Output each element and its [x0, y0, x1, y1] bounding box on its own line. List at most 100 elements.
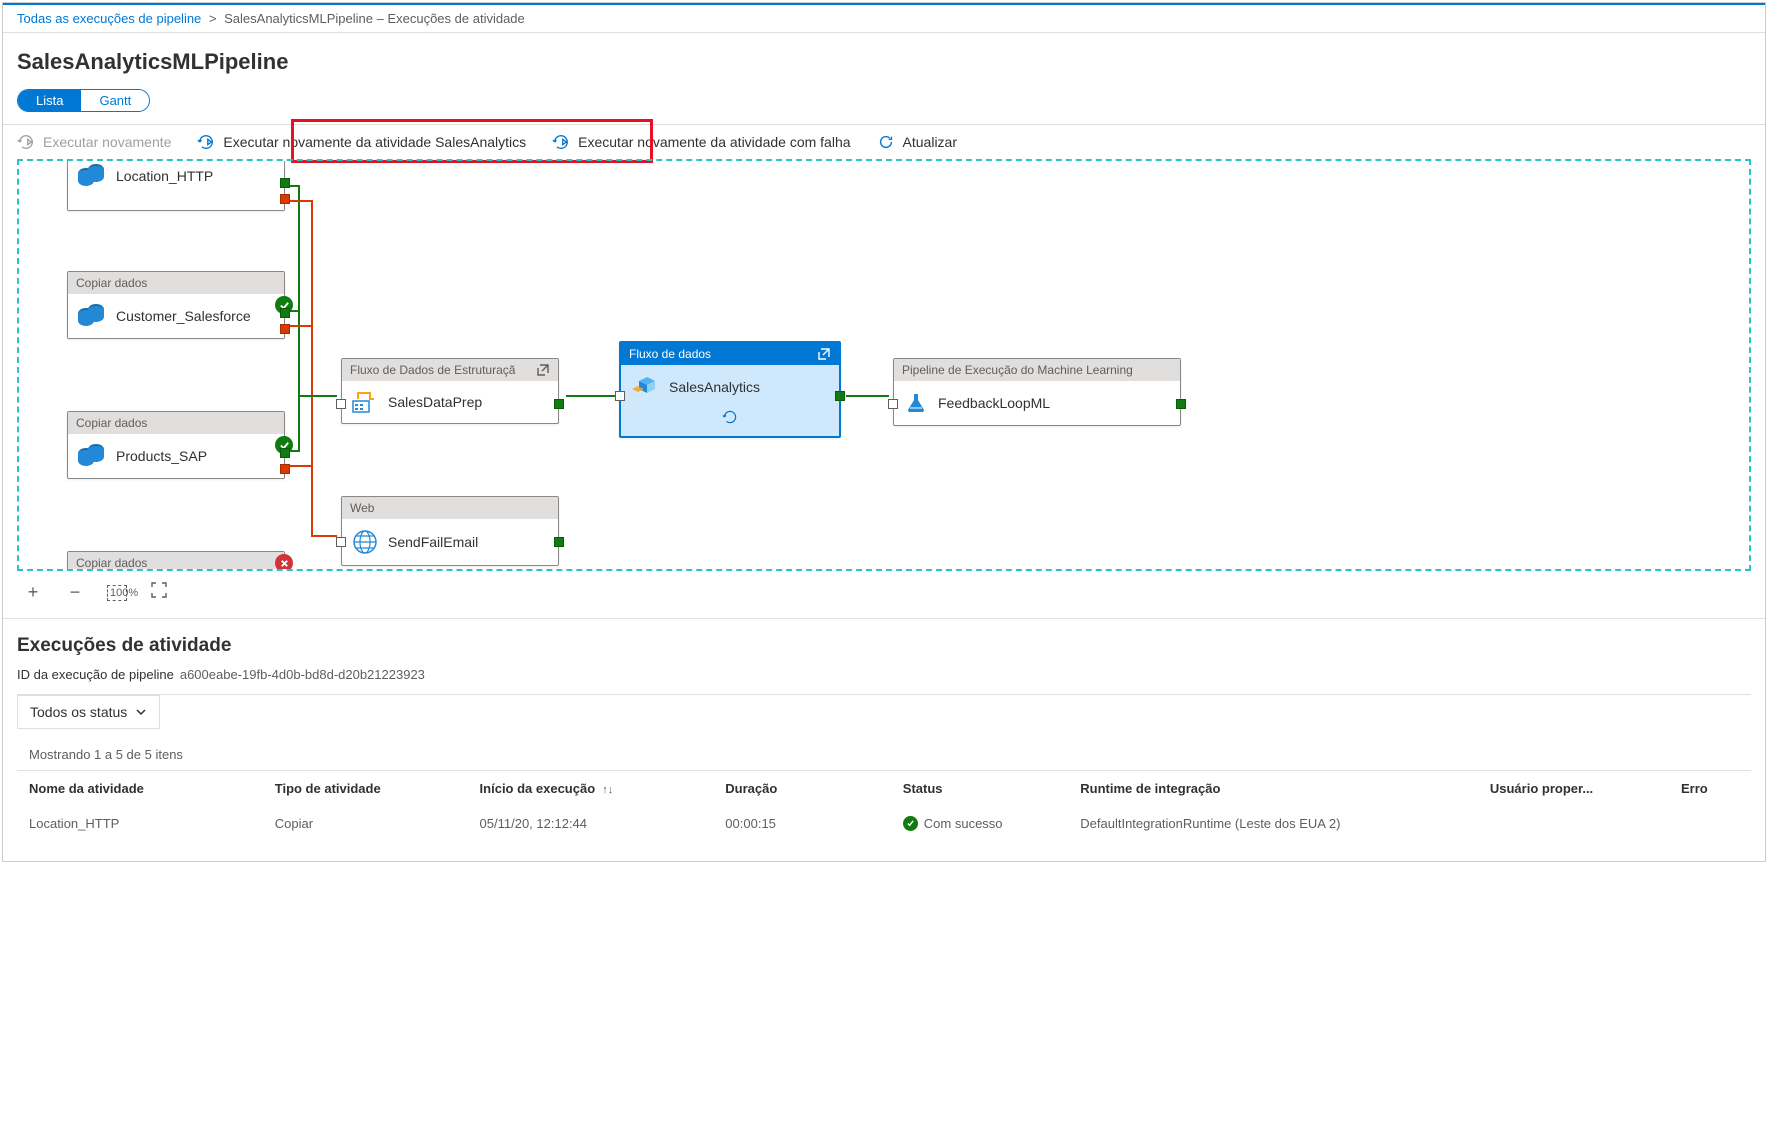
activity-runs-heading: Execuções de atividade: [17, 635, 1751, 657]
node-title: SendFailEmail: [388, 534, 478, 550]
node-title: SalesAnalytics: [669, 379, 760, 395]
node-type-label: Copiar dados: [76, 276, 147, 290]
success-port[interactable]: [280, 308, 290, 318]
chevron-down-icon: [135, 706, 147, 718]
showing-count: Mostrando 1 a 5 de 5 itens: [17, 739, 1751, 770]
status-filter-dropdown[interactable]: Todos os status: [17, 695, 160, 729]
toggle-gantt[interactable]: Gantt: [81, 90, 149, 111]
page-title: SalesAnalyticsMLPipeline: [17, 49, 1751, 75]
cell-runtime: DefaultIntegrationRuntime (Leste dos EUA…: [1068, 806, 1478, 841]
database-icon: [78, 304, 106, 328]
col-duration[interactable]: Duração: [713, 771, 890, 807]
status-filter-label: Todos os status: [30, 704, 127, 720]
cell-status: Com sucesso: [891, 806, 1068, 841]
success-check-icon: [903, 816, 918, 831]
pipeline-canvas[interactable]: Location_HTTP Copiar dados Customer_Sale…: [17, 159, 1751, 571]
rerun-from-button[interactable]: Executar novamente da atividade SalesAna…: [197, 133, 526, 151]
cell-name: Location_HTTP: [17, 806, 263, 841]
zoom-toolbar: + − 100%: [3, 571, 1765, 614]
database-icon: [78, 164, 106, 188]
node-type-label: Copiar dados: [76, 416, 147, 430]
node-type-label: Web: [350, 501, 374, 515]
zoom-reset-button[interactable]: 100%: [107, 585, 127, 601]
input-port[interactable]: [336, 399, 346, 409]
input-port[interactable]: [888, 399, 898, 409]
success-port[interactable]: [1176, 399, 1186, 409]
breadcrumb: Todas as execuções de pipeline > SalesAn…: [3, 3, 1765, 33]
zoom-in-button[interactable]: +: [23, 582, 43, 603]
node-type-label: Copiar dados: [76, 556, 147, 570]
zoom-fit-button[interactable]: [149, 581, 169, 604]
cell-error: [1669, 806, 1751, 841]
refresh-button[interactable]: Atualizar: [877, 133, 957, 151]
node-salesanalytics[interactable]: Fluxo de dados SalesAnalytics: [619, 341, 841, 438]
node-salesdataprep[interactable]: Fluxo de Dados de Estruturaçã SalesDataP…: [341, 358, 559, 424]
input-port[interactable]: [336, 537, 346, 547]
fail-port[interactable]: [280, 324, 290, 334]
rerun-icon: [17, 133, 35, 151]
table-row[interactable]: Location_HTTP Copiar 05/11/20, 12:12:44 …: [17, 806, 1751, 841]
col-activity-type[interactable]: Tipo de atividade: [263, 771, 468, 807]
col-user[interactable]: Usuário proper...: [1478, 771, 1669, 807]
node-title: FeedbackLoopML: [938, 395, 1050, 411]
cell-type: Copiar: [263, 806, 468, 841]
success-port[interactable]: [835, 391, 845, 401]
toolbar: Executar novamente Executar novamente da…: [3, 124, 1765, 159]
cell-user: [1478, 806, 1669, 841]
node-feedbackloopml[interactable]: Pipeline de Execução do Machine Learning…: [893, 358, 1181, 426]
open-external-icon[interactable]: [817, 347, 831, 361]
dataflow-cube-icon: [631, 375, 659, 399]
col-status[interactable]: Status: [891, 771, 1068, 807]
cell-start: 05/11/20, 12:12:44: [468, 806, 714, 841]
fail-port[interactable]: [280, 194, 290, 204]
zoom-out-button[interactable]: −: [65, 582, 85, 603]
rerun-node-icon[interactable]: [722, 409, 738, 425]
sort-icon: ↑↓: [599, 784, 613, 796]
success-port[interactable]: [280, 178, 290, 188]
run-id-label: ID da execução de pipeline: [17, 667, 174, 682]
col-runtime[interactable]: Runtime de integração: [1068, 771, 1478, 807]
col-error[interactable]: Erro: [1669, 771, 1751, 807]
node-customer-salesforce[interactable]: Copiar dados Customer_Salesforce: [67, 271, 285, 339]
cell-duration: 00:00:15: [713, 806, 890, 841]
node-title: Products_SAP: [116, 448, 207, 464]
success-port[interactable]: [280, 448, 290, 458]
node-title: SalesDataPrep: [388, 394, 482, 410]
connectors: [19, 161, 1749, 569]
node-copy-truncated[interactable]: Copiar dados: [67, 551, 285, 571]
col-activity-name[interactable]: Nome da atividade: [17, 771, 263, 807]
run-id-line: ID da execução de pipeline a600eabe-19fb…: [17, 667, 1751, 682]
view-toggle: Lista Gantt: [17, 89, 150, 112]
input-port[interactable]: [615, 391, 625, 401]
node-type-label: Fluxo de dados: [629, 347, 711, 361]
refresh-icon: [877, 133, 895, 151]
col-start[interactable]: Início da execução ↑↓: [468, 771, 714, 807]
node-sendfailemail[interactable]: Web SendFailEmail: [341, 496, 559, 566]
node-title: Location_HTTP: [116, 168, 213, 184]
rerun-button[interactable]: Executar novamente: [17, 133, 171, 151]
node-products-sap[interactable]: Copiar dados Products_SAP: [67, 411, 285, 479]
node-title: Customer_Salesforce: [116, 308, 251, 324]
toggle-list[interactable]: Lista: [18, 90, 81, 111]
dataflow-icon: [352, 391, 378, 413]
fail-port[interactable]: [280, 464, 290, 474]
table-header-row: Nome da atividade Tipo de atividade Iníc…: [17, 771, 1751, 807]
rerun-from-label: Executar novamente da atividade SalesAna…: [223, 134, 526, 150]
rerun-from-icon: [197, 133, 215, 151]
success-port[interactable]: [554, 537, 564, 547]
open-external-icon[interactable]: [536, 363, 550, 377]
status-error-badge: [275, 554, 293, 571]
ml-flask-icon: [904, 391, 928, 415]
breadcrumb-root-link[interactable]: Todas as execuções de pipeline: [17, 11, 201, 26]
rerun-failed-button[interactable]: Executar novamente da atividade com falh…: [552, 133, 850, 151]
rerun-failed-icon: [552, 133, 570, 151]
success-port[interactable]: [554, 399, 564, 409]
breadcrumb-separator: >: [209, 11, 217, 26]
breadcrumb-current: SalesAnalyticsMLPipeline – Execuções de …: [224, 11, 525, 26]
fit-screen-icon: [150, 581, 168, 599]
database-icon: [78, 444, 106, 468]
node-type-label: Pipeline de Execução do Machine Learning: [902, 363, 1133, 377]
node-location-http[interactable]: Location_HTTP: [67, 159, 285, 211]
node-type-label: Fluxo de Dados de Estruturaçã: [350, 363, 515, 377]
rerun-label: Executar novamente: [43, 134, 171, 150]
